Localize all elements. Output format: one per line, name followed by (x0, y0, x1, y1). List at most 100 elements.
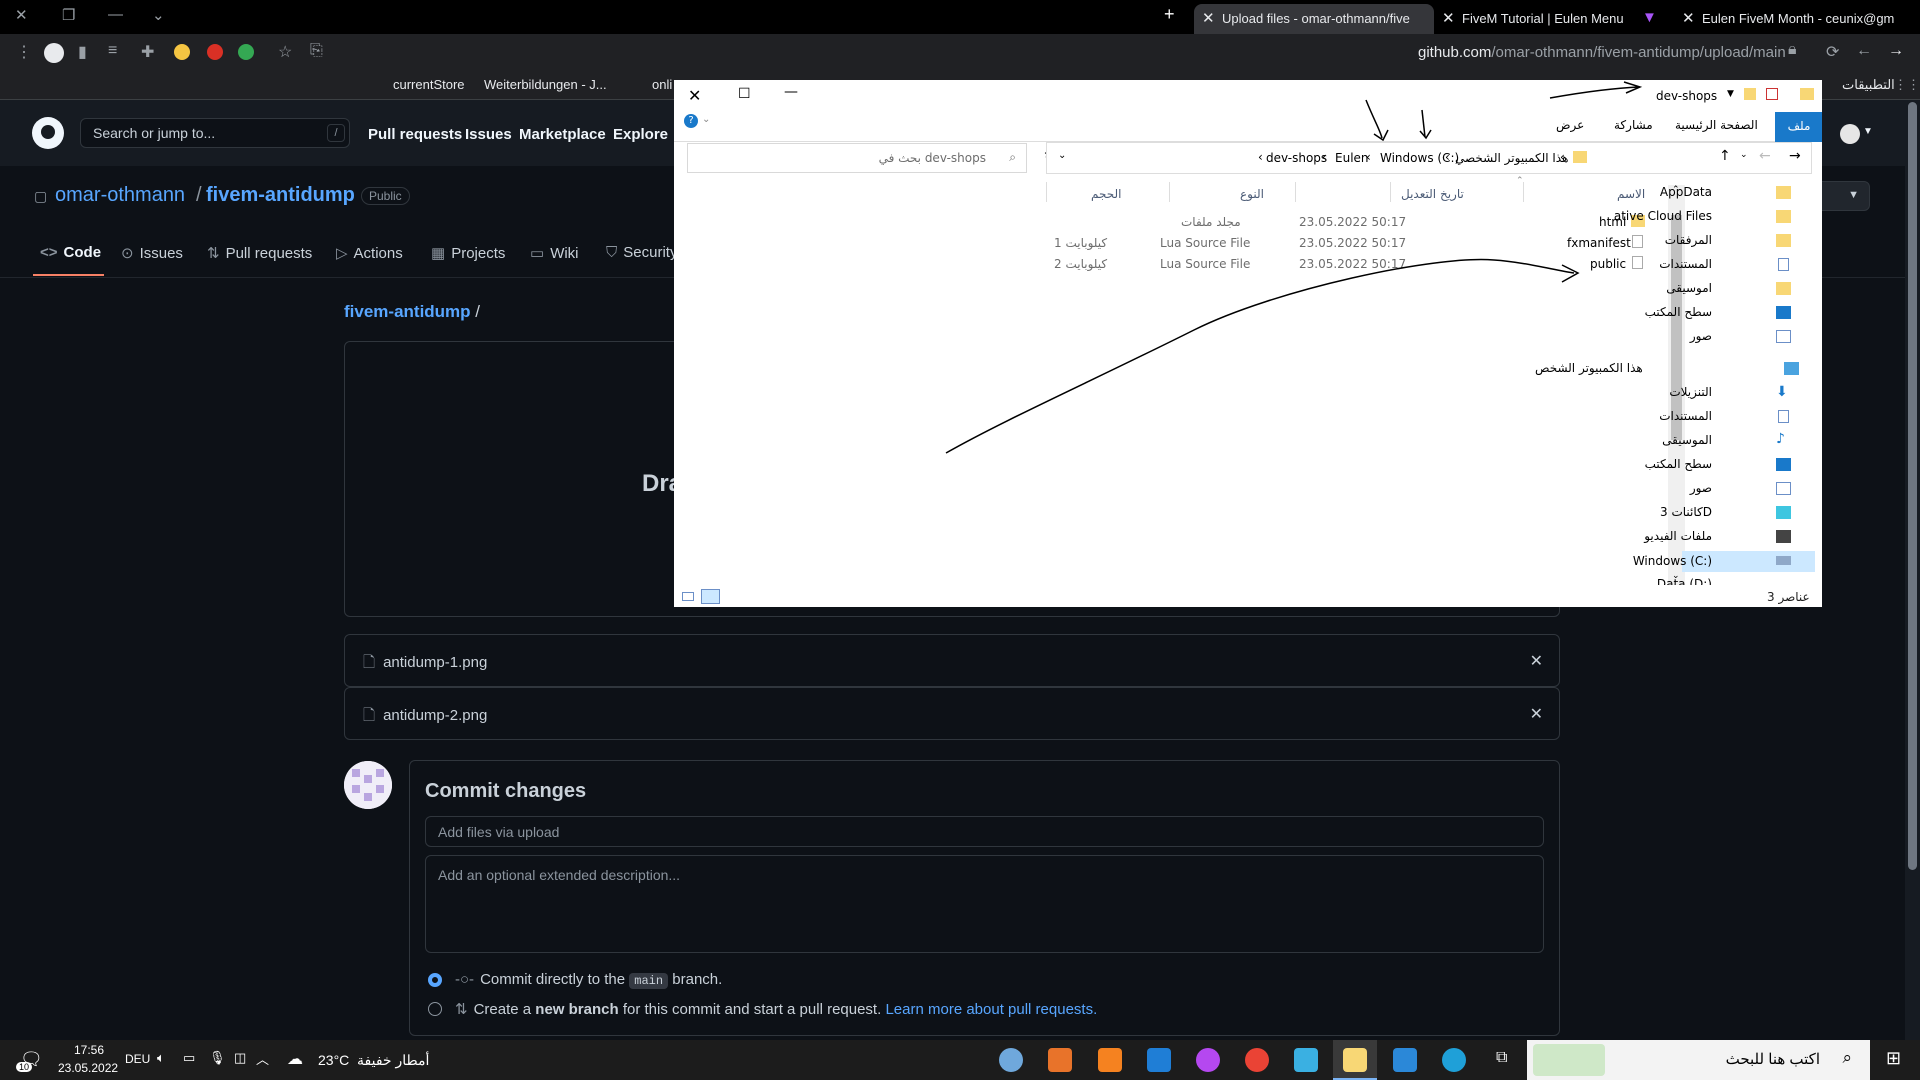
nav-item-documents-pc[interactable]: المستندات (1530, 409, 1712, 423)
tab-actions[interactable]: ▷ Actions (336, 244, 403, 262)
address-bar[interactable]: github.com/omar-othmann/fivem-antidump/u… (1418, 44, 1786, 61)
taskbar-app-vscode-icon[interactable] (1147, 1048, 1171, 1072)
nav-marketplace[interactable]: Marketplace (519, 126, 606, 143)
repo-owner-link[interactable]: omar-othmann (55, 184, 185, 207)
minimize-window-icon[interactable]: — (108, 6, 123, 23)
close-tab-icon[interactable]: ✕ (1682, 9, 1695, 27)
commit-summary-input[interactable]: Add files via upload (425, 816, 1544, 847)
tab-fivem-tutorial[interactable]: ✕ FiveM Tutorial | Eulen Menu (1434, 4, 1634, 34)
remove-file-icon[interactable]: ✕ (1530, 651, 1543, 671)
taskbar-app-paint-icon[interactable] (999, 1048, 1023, 1072)
taskbar-app-explorer[interactable] (1333, 1040, 1377, 1080)
scrollbar-thumb[interactable] (1671, 215, 1682, 440)
nav-item-documents[interactable]: المستندات (1530, 257, 1712, 271)
profile-avatar-icon[interactable] (44, 43, 64, 63)
reading-list-icon[interactable]: ≡ (108, 42, 117, 60)
tiles-view-icon[interactable] (701, 589, 720, 604)
caret-down-icon[interactable]: ▼ (1863, 126, 1873, 137)
windows-start-icon[interactable]: ⊞ (1886, 1048, 1901, 1069)
close-window-icon[interactable]: ✕ (15, 6, 28, 24)
nav-item-this-pc[interactable]: هذا الكمبيوتر الشخص (1520, 361, 1724, 375)
new-tab-icon[interactable]: + (1164, 4, 1175, 25)
scrollbar-thumb[interactable] (1908, 102, 1917, 870)
close-tab-icon[interactable]: ✕ (1202, 9, 1215, 27)
nav-item-data-d[interactable]: Data (D:) (1530, 577, 1712, 585)
clock-time[interactable]: 17:56 (74, 1043, 104, 1057)
input-language[interactable]: DEU (125, 1052, 150, 1066)
weather-temperature[interactable]: 23°C (318, 1052, 349, 1068)
breadcrumb-repo-link[interactable]: fivem-antidump (344, 302, 471, 321)
clock-date[interactable]: 23.05.2022 (58, 1061, 118, 1075)
battery-icon[interactable]: ◫ (234, 1050, 246, 1066)
share-icon[interactable]: ⎘ (310, 42, 323, 60)
ublock-extension-icon[interactable] (207, 44, 223, 60)
taskbar-search-input[interactable]: اكتب هنا للبحث ⌕ (1527, 1040, 1870, 1080)
nav-item-downloads[interactable]: التنزيلات (1530, 385, 1712, 399)
tab-search-icon[interactable]: ⌄ (152, 6, 165, 24)
taskbar-app-xampp-icon[interactable] (1048, 1048, 1072, 1072)
nav-item-3d-objects[interactable]: كائنات 3D (1530, 505, 1712, 519)
extension-icon[interactable] (238, 44, 254, 60)
github-logo-icon[interactable] (32, 117, 64, 149)
commit-direct-radio[interactable] (428, 973, 442, 987)
forward-icon[interactable]: → (1888, 42, 1904, 60)
taskbar-app-discord-icon[interactable] (1196, 1048, 1220, 1072)
bookmark-weiterbildungen[interactable]: Weiterbildungen - J... (484, 77, 607, 92)
extension-icon[interactable] (174, 44, 190, 60)
details-view-icon[interactable] (682, 592, 694, 601)
nav-item-appdata[interactable]: AppData (1530, 185, 1712, 199)
tab-eulen-month[interactable]: ✕ Eulen FiveM Month - ceunix@gm (1674, 4, 1920, 34)
show-hidden-icons-icon[interactable]: ︿ (256, 1049, 269, 1068)
nav-item-music[interactable]: اموسيقى (1530, 281, 1712, 295)
commit-description-input[interactable]: Add an optional extended description... (425, 855, 1544, 953)
sidebar-icon[interactable]: ▮ (78, 42, 87, 62)
taskbar-app-chrome-icon[interactable] (1245, 1048, 1269, 1072)
nav-item-creative-cloud[interactable]: ative Cloud Files (1532, 209, 1712, 223)
nav-item-pictures-pc[interactable]: صور (1530, 481, 1712, 495)
bookmark-online[interactable]: onli (652, 77, 672, 92)
close-tab-icon[interactable]: ✕ (1442, 9, 1455, 27)
bookmark-star-icon[interactable]: ☆ (278, 42, 292, 62)
nav-item-music-pc[interactable]: الموسيقى (1530, 433, 1712, 447)
restore-window-icon[interactable]: ❐ (62, 6, 75, 24)
nav-explore[interactable]: Explore (613, 126, 668, 143)
taskbar-app-store-icon[interactable] (1393, 1048, 1417, 1072)
search-input[interactable]: Search or jump to... (80, 118, 350, 148)
menu-dots-icon[interactable]: ⋮ (16, 42, 32, 62)
repo-name-link[interactable]: fivem-antidump (206, 184, 355, 207)
extensions-puzzle-icon[interactable]: ✚ (141, 42, 154, 62)
learn-more-link[interactable]: Learn more about pull requests. (885, 1001, 1097, 1018)
tab-wiki[interactable]: ▭ Wiki (530, 244, 579, 262)
tab-projects[interactable]: ▦ Projects (431, 244, 505, 262)
taskbar-app-edge-icon[interactable] (1442, 1048, 1466, 1072)
reload-icon[interactable]: ⟳ (1826, 42, 1839, 62)
taskbar-app-orange-icon[interactable] (1098, 1048, 1122, 1072)
new-branch-radio[interactable] (428, 1002, 442, 1016)
page-scrollbar[interactable] (1905, 100, 1920, 1040)
tab-code[interactable]: <> Code (40, 244, 101, 261)
nav-item-pictures[interactable]: صور (1530, 329, 1712, 343)
microphone-icon[interactable]: 🎙︎ (209, 1050, 226, 1066)
tab-issues[interactable]: ⊙ Issues (121, 244, 183, 262)
nav-item-videos[interactable]: ملفات الفيديو (1530, 529, 1712, 543)
bookmark-currentstore[interactable]: currentStore (393, 77, 465, 92)
task-view-icon[interactable]: ⧉ (1496, 1049, 1507, 1067)
nav-item-desktop[interactable]: سطح المكتب (1530, 305, 1712, 319)
remove-file-icon[interactable]: ✕ (1530, 704, 1543, 724)
nav-pull-requests[interactable]: Pull requests (368, 126, 462, 143)
volume-icon[interactable]: 🔈︎ (157, 1050, 165, 1066)
nav-issues[interactable]: Issues (465, 126, 512, 143)
taskbar-app-network-icon[interactable] (1294, 1048, 1318, 1072)
tab-pull-requests[interactable]: ⇅ Pull requests (207, 244, 312, 262)
tab-security[interactable]: ⛉ Security (606, 244, 677, 261)
nav-item-desktop-pc[interactable]: سطح المكتب (1530, 457, 1712, 471)
nav-item-attachments[interactable]: المرفقات (1530, 233, 1712, 247)
back-icon[interactable]: ← (1856, 42, 1872, 60)
network-icon[interactable]: ▭ (183, 1050, 195, 1066)
tab-upload-files[interactable]: ✕ Upload files - omar-othmann/five (1194, 4, 1434, 34)
tab-extension[interactable]: ▼ (1634, 4, 1674, 34)
user-avatar[interactable] (1840, 124, 1860, 144)
weather-condition[interactable]: أمطار خفيفة (357, 1052, 429, 1069)
apps-grid-icon[interactable]: ⋮⋮ (1894, 77, 1920, 93)
bookmark-apps[interactable]: التطبيقات (1842, 77, 1895, 93)
